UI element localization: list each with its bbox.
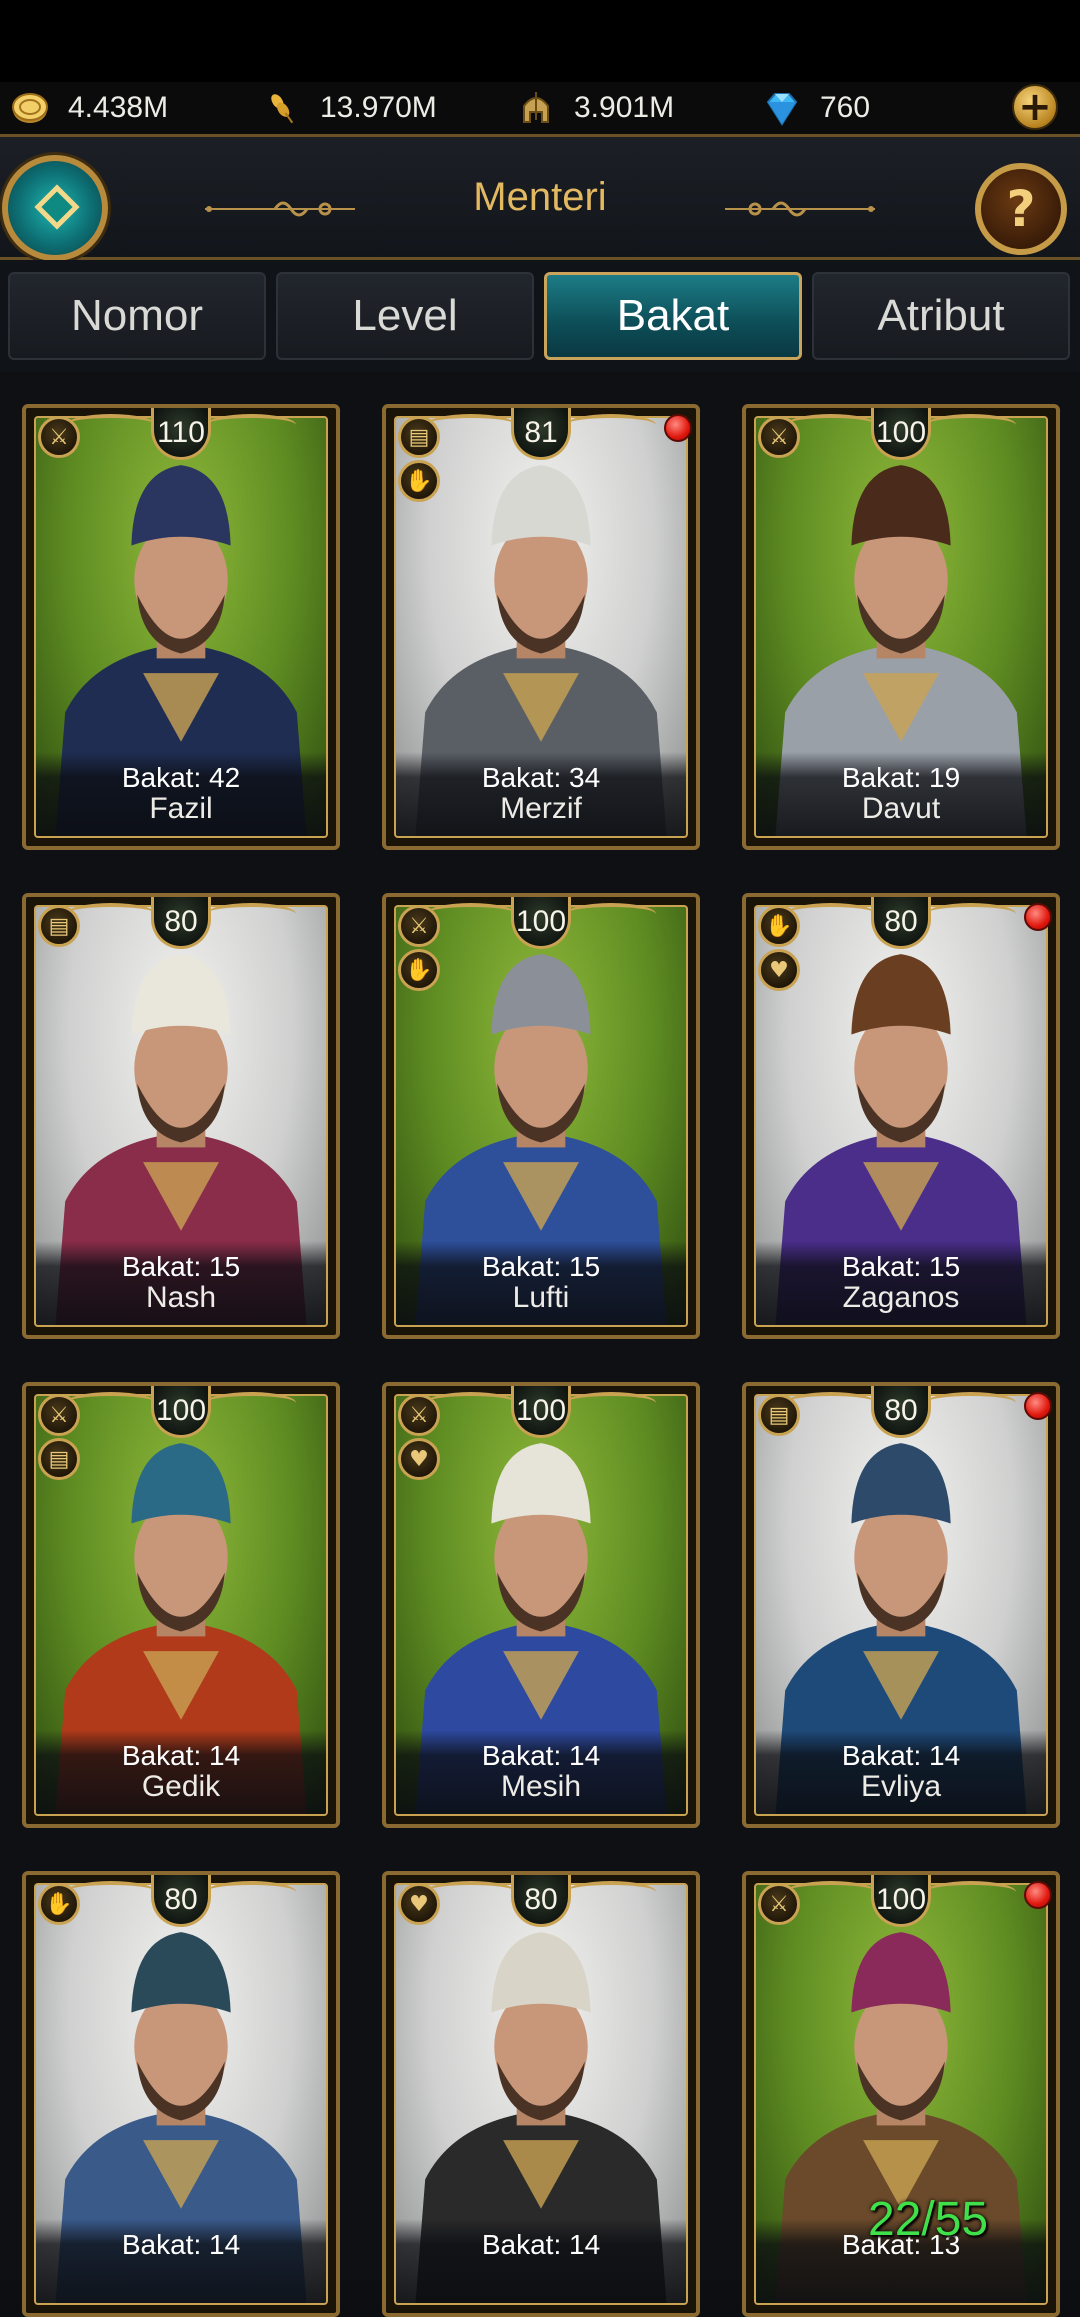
- minister-bakat: Bakat: 15: [481, 1251, 601, 1282]
- handshake-icon: ✋: [758, 905, 800, 947]
- book-icon: ▤: [398, 416, 440, 458]
- minister-bakat: Bakat: 34: [481, 762, 601, 793]
- minister-name: Evliya: [860, 1770, 942, 1803]
- book-icon: ▤: [38, 905, 80, 947]
- right-wing-ornament: [926, 414, 1016, 436]
- minister-card[interactable]: Bakat: 19 Davut 100 ⚔: [742, 404, 1060, 850]
- minister-name: Davut: [861, 792, 941, 825]
- minister-card[interactable]: Bakat: 14 Evliya 80 ▤: [742, 1382, 1060, 1828]
- minister-grid: Bakat: 42 Fazil 110 ⚔ Bakat: 34 Merzif 81 ▤ ✋ Bak…: [0, 372, 1080, 2317]
- resource-bar: 4.438M 13.970M 3.901M 760: [0, 82, 1080, 134]
- minister-card[interactable]: Bakat: 14 80 ✋: [22, 1871, 340, 2317]
- card-frame: Bakat: 19 Davut: [754, 416, 1048, 838]
- minister-name: Merzif: [500, 792, 582, 825]
- tab-bakat[interactable]: Bakat: [544, 272, 802, 360]
- diamond-value: 760: [820, 91, 871, 124]
- right-wing-ornament: [926, 1392, 1016, 1414]
- minister-name: Fazil: [149, 792, 213, 825]
- minister-card[interactable]: Bakat: 15 Nash 80 ▤: [22, 893, 340, 1339]
- minister-name: Lufti: [512, 1281, 570, 1314]
- minister-bakat: Bakat: 19: [841, 762, 961, 793]
- minister-name: Mesih: [500, 1770, 582, 1803]
- handshake-icon: ✋: [398, 460, 440, 502]
- minister-bakat: Bakat: 14: [121, 1740, 241, 1771]
- sword-icon: ⚔: [398, 1394, 440, 1436]
- gold-coin-icon: [12, 93, 48, 123]
- right-wing-ornament: [566, 1881, 656, 1903]
- add-resources-button[interactable]: +: [1012, 84, 1058, 130]
- heart-icon: ♥: [398, 1438, 440, 1480]
- plus-icon: +: [1018, 84, 1052, 130]
- handshake-icon: ✋: [398, 949, 440, 991]
- grain-value: 13.970M: [320, 91, 437, 124]
- minister-card[interactable]: Bakat: 15 Zaganos 80 ✋ ♥: [742, 893, 1060, 1339]
- minister-bakat: Bakat: 42: [121, 762, 241, 793]
- minister-counter: 22/55: [868, 2193, 989, 2246]
- tab-level[interactable]: Level: [276, 272, 534, 360]
- heart-icon: ♥: [758, 949, 800, 991]
- right-flourish-icon: [725, 201, 875, 217]
- sword-icon: ⚔: [758, 416, 800, 458]
- resource-soldiers[interactable]: 3.901M: [516, 82, 674, 134]
- sort-tabs: Nomor Level Bakat Atribut: [0, 260, 1080, 372]
- soldiers-value: 3.901M: [574, 91, 675, 124]
- grain-icon: [271, 94, 294, 124]
- card-frame: Bakat: 14 Evliya: [754, 1394, 1048, 1816]
- handshake-icon: ✋: [38, 1883, 80, 1925]
- heart-icon: ♥: [398, 1883, 440, 1925]
- sword-icon: ⚔: [398, 905, 440, 947]
- right-wing-ornament: [926, 903, 1016, 925]
- soldier-helmet-icon: [523, 92, 549, 123]
- card-frame: Bakat: 14: [394, 1883, 688, 2305]
- minister-bakat: Bakat: 15: [841, 1251, 961, 1282]
- notification-dot-icon: [1024, 1881, 1052, 1909]
- notification-dot-icon: [1024, 1392, 1052, 1420]
- minister-bakat: Bakat: 15: [121, 1251, 241, 1282]
- tab-nomor[interactable]: Nomor: [8, 272, 266, 360]
- resource-diamond[interactable]: 760: [762, 82, 870, 134]
- right-wing-ornament: [206, 1392, 296, 1414]
- page-title: Menteri: [473, 175, 607, 219]
- gold-value: 4.438M: [68, 91, 169, 124]
- right-wing-ornament: [566, 1392, 656, 1414]
- sword-icon: ⚔: [38, 416, 80, 458]
- question-icon: ?: [1006, 180, 1036, 238]
- resource-gold[interactable]: 4.438M: [10, 82, 168, 134]
- sword-icon: ⚔: [38, 1394, 80, 1436]
- right-wing-ornament: [206, 414, 296, 436]
- minister-name: Zaganos: [842, 1281, 960, 1314]
- minister-card[interactable]: Bakat: 15 Lufti 100 ⚔ ✋: [382, 893, 700, 1339]
- notification-dot-icon: [664, 414, 692, 442]
- minister-card[interactable]: Bakat: 34 Merzif 81 ▤ ✋: [382, 404, 700, 850]
- minister-card[interactable]: Bakat: 14 Gedik 100 ⚔ ▤: [22, 1382, 340, 1828]
- minister-card[interactable]: Bakat: 14 80 ♥: [382, 1871, 700, 2317]
- minister-bakat: Bakat: 14: [841, 1740, 961, 1771]
- minister-card[interactable]: Bakat: 42 Fazil 110 ⚔: [22, 404, 340, 850]
- diamond-icon: [766, 93, 798, 126]
- minister-bakat: Bakat: 14: [481, 1740, 601, 1771]
- book-icon: ▤: [38, 1438, 80, 1480]
- right-wing-ornament: [206, 903, 296, 925]
- status-bar: [0, 0, 1080, 82]
- tab-atribut[interactable]: Atribut: [812, 272, 1070, 360]
- minister-card[interactable]: Bakat: 14 Mesih 100 ⚔ ♥: [382, 1382, 700, 1828]
- minister-bakat: Bakat: 14: [481, 2229, 601, 2260]
- minister-card[interactable]: Bakat: 13 100 ⚔: [742, 1871, 1060, 2317]
- right-wing-ornament: [566, 903, 656, 925]
- right-wing-ornament: [206, 1881, 296, 1903]
- card-frame: Bakat: 14: [34, 1883, 328, 2305]
- help-button[interactable]: ?: [975, 163, 1067, 255]
- minister-bakat: Bakat: 14: [121, 2229, 241, 2260]
- card-frame: Bakat: 42 Fazil: [34, 416, 328, 838]
- card-frame: Bakat: 15 Nash: [34, 905, 328, 1327]
- right-wing-ornament: [926, 1881, 1016, 1903]
- sword-icon: ⚔: [758, 1883, 800, 1925]
- minister-name: Gedik: [141, 1770, 221, 1803]
- notification-dot-icon: [1024, 903, 1052, 931]
- book-icon: ▤: [758, 1394, 800, 1436]
- resource-grain[interactable]: 13.970M: [262, 82, 437, 134]
- right-wing-ornament: [566, 414, 656, 436]
- header: Menteri ?: [0, 134, 1080, 261]
- minister-name: Nash: [145, 1281, 217, 1314]
